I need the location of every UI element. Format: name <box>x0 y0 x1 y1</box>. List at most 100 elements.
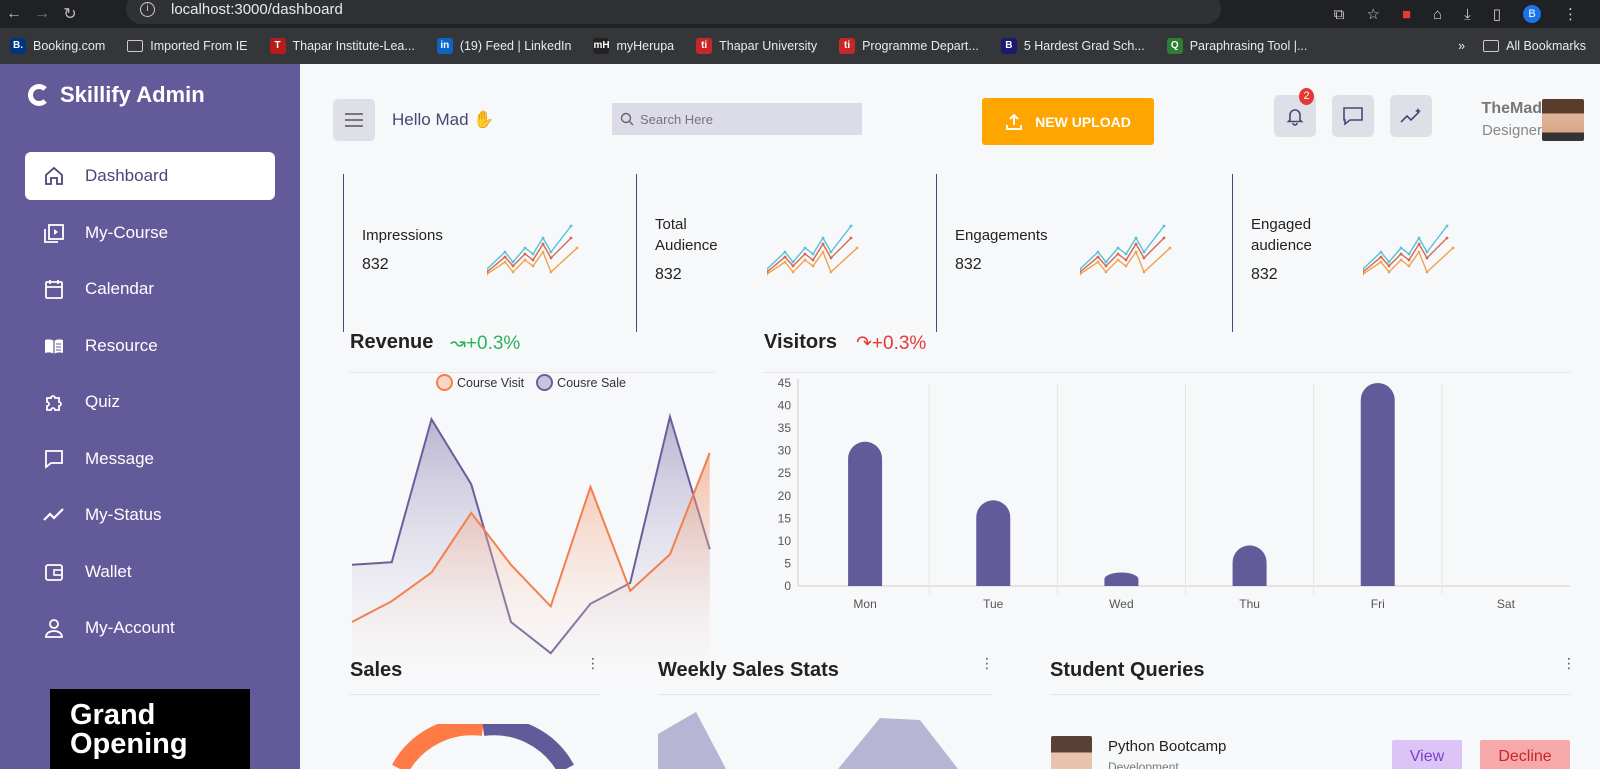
view-button[interactable]: View <box>1392 740 1462 769</box>
profile-avatar[interactable]: B <box>1523 5 1541 23</box>
y-tick-label: 45 <box>778 376 792 390</box>
bookmarks-overflow-icon[interactable]: » <box>1458 39 1465 53</box>
forward-icon[interactable]: → <box>28 5 56 23</box>
sidebar-item-my-course[interactable]: My-Course <box>25 209 275 257</box>
menu-toggle-button[interactable] <box>333 99 375 141</box>
sparkline-point <box>1096 255 1100 259</box>
install-icon[interactable]: ⧉ <box>1334 6 1345 23</box>
sparkline-point <box>1124 258 1128 262</box>
sparkline-point <box>1116 246 1120 250</box>
sales-menu-icon[interactable]: ⋮ <box>586 656 600 670</box>
weekly-sales-title: Weekly Sales Stats <box>658 659 839 681</box>
sidebar-item-my-status[interactable]: My-Status <box>25 491 275 539</box>
legend-item-course-sale[interactable]: Cousre Sale <box>536 374 626 391</box>
puzzle-extension-icon[interactable]: ⌂ <box>1433 6 1442 23</box>
y-tick-label: 0 <box>784 579 791 593</box>
sparkline-point <box>803 258 807 262</box>
site-info-icon[interactable]: i <box>140 1 155 17</box>
calendar-icon <box>43 278 65 300</box>
bookmark-item[interactable]: mH myHerupa <box>593 38 674 54</box>
bookmark-item[interactable]: Q Paraphrasing Tool |... <box>1166 38 1307 54</box>
avatar[interactable] <box>1542 99 1584 141</box>
weekly-sales-area <box>658 712 958 769</box>
sparkline-point <box>1162 236 1166 240</box>
greeting: Hello Mad ✋ <box>392 110 495 129</box>
sidebar-item-label: Quiz <box>85 392 120 411</box>
sparkline-point <box>1399 258 1403 262</box>
query-avatar <box>1051 736 1092 769</box>
weekly-sales-menu-icon[interactable]: ⋮ <box>980 656 994 670</box>
bookmark-item[interactable]: in (19) Feed | LinkedIn <box>436 38 571 54</box>
notifications-button[interactable]: 2 <box>1274 88 1316 137</box>
visitors-delta-value: +0.3% <box>871 333 927 354</box>
sidebar-item-calendar[interactable]: Calendar <box>25 265 275 313</box>
sidebar-item-wallet[interactable]: Wallet <box>25 548 275 596</box>
side-panel-icon[interactable]: ▯ <box>1493 5 1501 23</box>
search-box[interactable] <box>612 103 862 135</box>
sparkline-point <box>803 252 807 256</box>
analytics-button[interactable] <box>1390 95 1432 137</box>
search-input[interactable] <box>640 111 840 127</box>
back-icon[interactable]: ← <box>0 5 28 23</box>
sparkline-point <box>1134 242 1138 246</box>
sidebar-item-resource[interactable]: Resource <box>25 322 275 370</box>
legend-item-course-visit[interactable]: Course Visit <box>436 374 524 391</box>
sparkline-point <box>1387 264 1391 268</box>
decline-button[interactable]: Decline <box>1480 740 1570 769</box>
new-upload-button[interactable]: NEW UPLOAD <box>982 98 1154 145</box>
bookmark-item[interactable]: ti Thapar University <box>696 38 817 54</box>
address-bar[interactable]: i localhost:3000/dashboard <box>126 0 1221 24</box>
bookmark-label: Thapar Institute-Lea... <box>292 39 415 53</box>
stat-value: 832 <box>955 256 982 273</box>
bookmark-item[interactable]: ti Programme Depart... <box>839 38 979 54</box>
messages-button[interactable] <box>1332 95 1374 137</box>
sidebar-item-label: Calendar <box>85 279 154 298</box>
search-icon <box>620 112 634 126</box>
sparkline-point <box>849 224 853 228</box>
grand-opening-banner[interactable]: Grand Opening <box>50 689 250 769</box>
sparkline-point <box>1417 250 1421 254</box>
brand[interactable]: Skillify Admin <box>28 82 205 108</box>
all-bookmarks-link[interactable]: All Bookmarks <box>1483 39 1586 53</box>
bookmark-favicon-icon: Q <box>1166 38 1183 54</box>
revenue-divider <box>350 372 714 373</box>
y-tick-label: 20 <box>778 489 792 503</box>
main-content: Hello Mad ✋ NEW UPLOAD 2 TheMad Designer… <box>300 64 1600 769</box>
sidebar-item-quiz[interactable]: Quiz <box>25 378 275 426</box>
revenue-delta-value: +0.3% <box>465 333 521 354</box>
download-icon[interactable]: ⤓ <box>1464 6 1471 23</box>
sidebar-item-label: Wallet <box>85 561 132 581</box>
all-bookmarks-label: All Bookmarks <box>1506 39 1586 53</box>
reload-icon[interactable]: ↻ <box>56 4 84 24</box>
bookmark-item[interactable]: T Thapar Institute-Lea... <box>269 38 415 54</box>
sparkline-point <box>1451 246 1455 250</box>
sidebar-item-message[interactable]: Message <box>25 435 275 483</box>
bookmark-item[interactable]: B 5 Hardest Grad Sch... <box>1000 38 1145 54</box>
revenue-delta: ↝+0.3% <box>450 332 520 355</box>
queries-menu-icon[interactable]: ⋮ <box>1562 656 1576 670</box>
sparkline-point <box>1407 258 1411 262</box>
sidebar-item-my-account[interactable]: My-Account <box>25 604 275 652</box>
bookmarks-bar: B. Booking.com Imported From IE T Thapar Ins… <box>0 28 1600 64</box>
query-title: Python Bootcamp <box>1108 738 1227 755</box>
bookmark-star-icon[interactable]: ☆ <box>1367 5 1380 23</box>
sparkline-point <box>549 250 553 254</box>
sparkline-point <box>569 224 573 228</box>
bookmark-item[interactable]: B. Booking.com <box>10 38 105 54</box>
sparkline-point <box>1096 250 1100 254</box>
sparkline-point <box>1124 252 1128 256</box>
sparkline-point <box>1445 236 1449 240</box>
revenue-area-chart <box>351 412 711 689</box>
bookmark-label: 5 Hardest Grad Sch... <box>1023 39 1145 53</box>
sidebar-item-dashboard[interactable]: Dashboard <box>25 152 275 200</box>
sidebar-item-label: My-Status <box>85 505 162 524</box>
sparkline-point <box>523 246 527 250</box>
bar-tue <box>976 500 1011 586</box>
sparkline-point <box>829 250 833 254</box>
extension-icon[interactable]: ■ <box>1402 6 1411 23</box>
x-tick-label: Tue <box>983 597 1004 611</box>
stat-label: Engagements <box>955 227 1048 244</box>
chrome-menu-icon[interactable]: ⋮ <box>1563 5 1578 23</box>
hamburger-icon <box>345 113 363 127</box>
bookmark-item[interactable]: Imported From IE <box>127 39 248 53</box>
